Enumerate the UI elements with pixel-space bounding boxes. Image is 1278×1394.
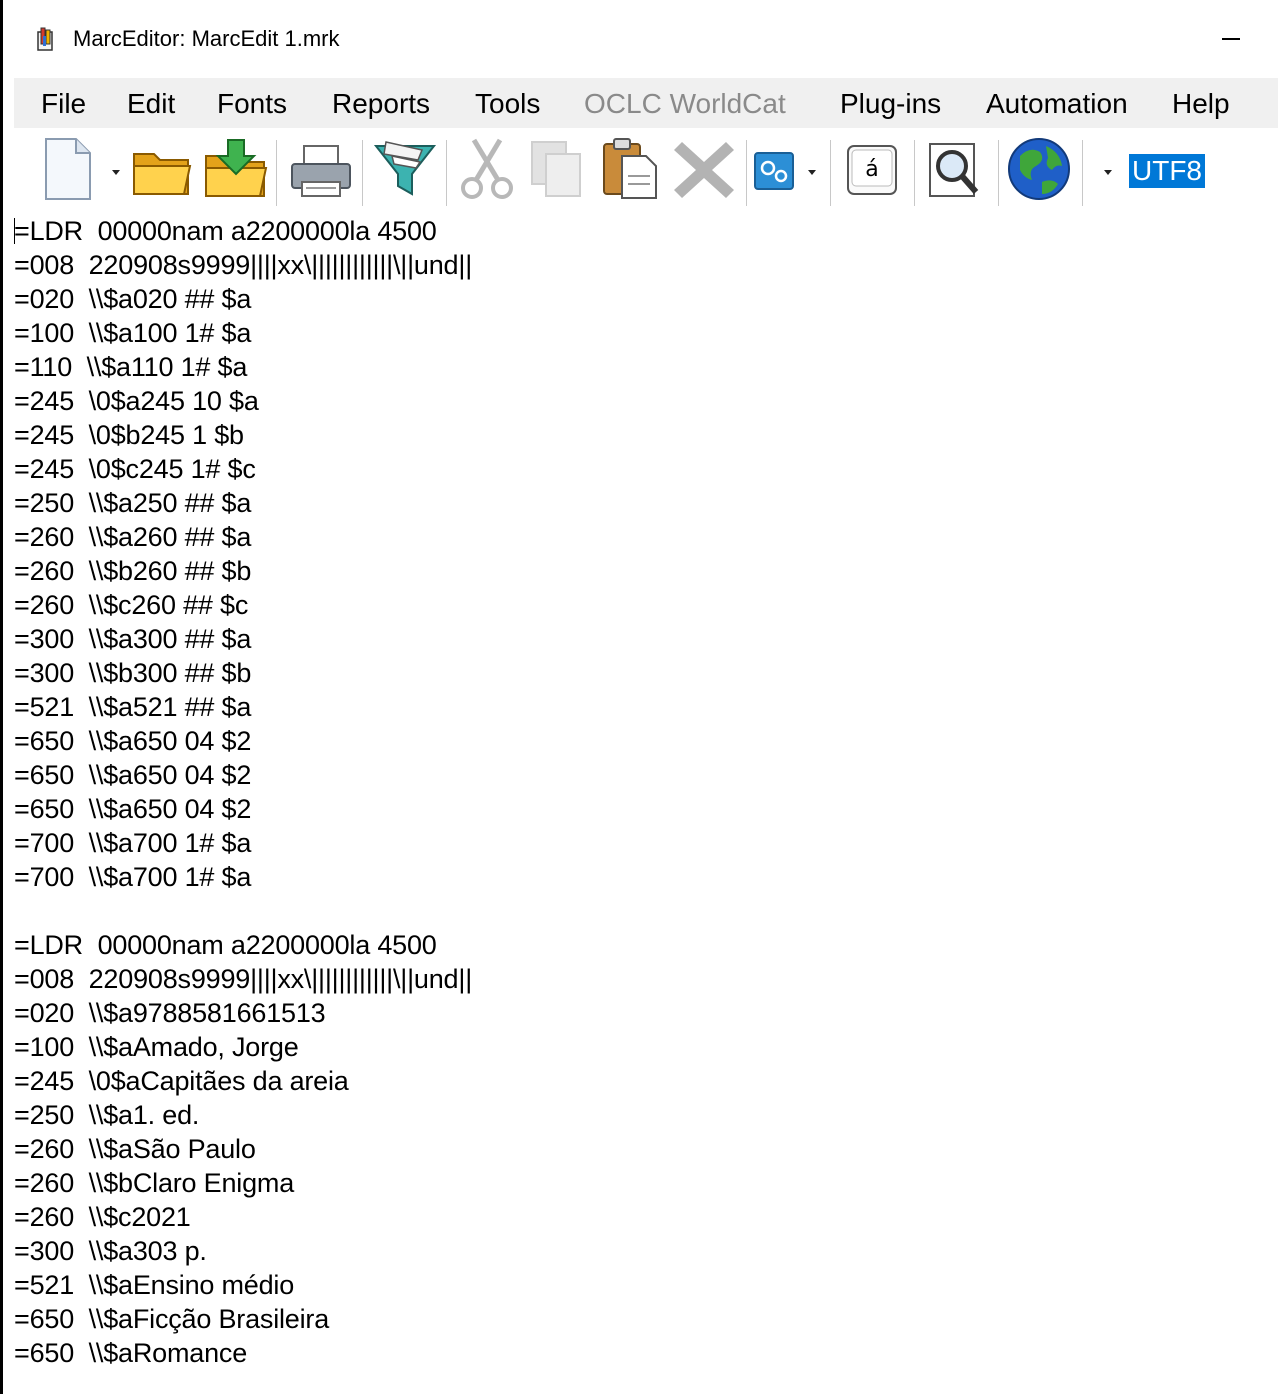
editor-line: =300 \\$b300 ## $b bbox=[14, 658, 252, 688]
globe-icon[interactable] bbox=[1006, 136, 1072, 207]
toolbar-separator bbox=[746, 140, 747, 206]
editor-line: =LDR 00000nam a2200000la 4500 bbox=[14, 216, 437, 246]
toolbar-separator bbox=[362, 140, 363, 206]
menu-help[interactable]: Help bbox=[1172, 84, 1230, 124]
toolbar-separator bbox=[1082, 140, 1083, 206]
toolbar-separator bbox=[914, 140, 915, 206]
open-folder-download-icon[interactable] bbox=[202, 136, 270, 207]
editor-line: =260 \\$c260 ## $c bbox=[14, 590, 249, 620]
editor-line: =300 \\$a300 ## $a bbox=[14, 624, 252, 654]
toolbar-separator bbox=[830, 140, 831, 206]
editor-line: =110 \\$a110 1# $a bbox=[14, 352, 248, 382]
encoding-selector[interactable]: UTF8 bbox=[1129, 154, 1205, 188]
editor-line: =020 \\$a9788581661513 bbox=[14, 998, 326, 1028]
menu-oclc-worldcat[interactable]: OCLC WorldCat bbox=[584, 84, 786, 124]
editor-line: =521 \\$a521 ## $a bbox=[14, 692, 252, 722]
menu-automation[interactable]: Automation bbox=[986, 84, 1128, 124]
editor-line: =650 \\$aRomance bbox=[14, 1338, 248, 1368]
delete-x-icon[interactable] bbox=[672, 136, 736, 207]
menu-fonts[interactable]: Fonts bbox=[217, 84, 287, 124]
editor-line: =245 \0$c245 1# $c bbox=[14, 454, 256, 484]
window-title: MarcEditor: MarcEdit 1.mrk bbox=[73, 26, 340, 51]
editor-line: =008 220908s9999||||xx\||||||||||||\||un… bbox=[14, 250, 473, 280]
editor-line: =LDR 00000nam a2200000la 4500 bbox=[14, 930, 437, 960]
editor-line: =300 \\$a303 p. bbox=[14, 1236, 207, 1266]
editor-line: =260 \\$b260 ## $b bbox=[14, 556, 252, 586]
editor-line: =650 \\$a650 04 $2 bbox=[14, 794, 252, 824]
print-icon[interactable] bbox=[288, 136, 354, 207]
editor-line: =245 \0$b245 1 $b bbox=[14, 420, 244, 450]
editor-line: =245 \0$a245 10 $a bbox=[14, 386, 259, 416]
editor-line: =650 \\$a650 04 $2 bbox=[14, 726, 252, 756]
editor-line: =008 220908s9999||||xx\||||||||||||\||un… bbox=[14, 964, 473, 994]
new-document-icon[interactable] bbox=[40, 136, 94, 207]
encoding-dropdown-chevron-icon[interactable] bbox=[1104, 170, 1112, 175]
menu-tools[interactable]: Tools bbox=[475, 84, 540, 124]
find-magnifier-icon[interactable] bbox=[926, 136, 984, 207]
toolbar: á UTF8 bbox=[14, 130, 1278, 216]
editor-line: =650 \\$a650 04 $2 bbox=[14, 760, 252, 790]
editor-line: =020 \\$a020 ## $a bbox=[14, 284, 252, 314]
title-bar[interactable]: MarcEditor: MarcEdit 1.mrk bbox=[3, 0, 1278, 78]
marcedit-app-icon bbox=[35, 26, 57, 52]
new-dropdown-chevron-icon[interactable] bbox=[112, 170, 120, 175]
copy-icon[interactable] bbox=[528, 136, 588, 207]
editor-line: =260 \\$a260 ## $a bbox=[14, 522, 252, 552]
toolbar-separator bbox=[276, 140, 277, 206]
editor-line: =700 \\$a700 1# $a bbox=[14, 862, 252, 892]
marc-editor-text-area[interactable]: =LDR 00000nam a2200000la 4500 =008 220908… bbox=[14, 214, 1274, 1394]
editor-line: =250 \\$a1. ed. bbox=[14, 1100, 200, 1130]
editor-line: =260 \\$aSão Paulo bbox=[14, 1134, 256, 1164]
editor-line: =260 \\$c2021 bbox=[14, 1202, 191, 1232]
settings-dropdown-chevron-icon[interactable] bbox=[808, 170, 816, 175]
editor-line: =650 \\$aFicção Brasileira bbox=[14, 1304, 330, 1334]
menu-reports[interactable]: Reports bbox=[332, 84, 430, 124]
paste-clipboard-icon[interactable] bbox=[598, 136, 660, 207]
settings-gears-icon[interactable] bbox=[754, 152, 794, 195]
menu-file[interactable]: File bbox=[41, 84, 86, 124]
menu-plug-ins[interactable]: Plug-ins bbox=[840, 84, 941, 124]
window-left-border bbox=[0, 0, 3, 1394]
open-folder-icon[interactable] bbox=[130, 136, 194, 207]
toolbar-separator bbox=[446, 140, 447, 206]
editor-line: =250 \\$a250 ## $a bbox=[14, 488, 252, 518]
special-character-a-acute-icon[interactable]: á bbox=[846, 144, 900, 203]
editor-line: =260 \\$bClaro Enigma bbox=[14, 1168, 295, 1198]
special-character-label: á bbox=[865, 157, 878, 182]
minimize-button[interactable] bbox=[1220, 20, 1244, 50]
editor-line: =100 \\$aAmado, Jorge bbox=[14, 1032, 299, 1062]
filter-funnel-icon[interactable] bbox=[372, 136, 438, 207]
editor-line: =521 \\$aEnsino médio bbox=[14, 1270, 295, 1300]
menu-bar: File Edit Fonts Reports Tools OCLC World… bbox=[14, 78, 1278, 128]
editor-line: =100 \\$a100 1# $a bbox=[14, 318, 252, 348]
editor-line: =245 \0$aCapitães da areia bbox=[14, 1066, 349, 1096]
editor-line: =700 \\$a700 1# $a bbox=[14, 828, 252, 858]
cut-scissors-icon[interactable] bbox=[458, 136, 516, 207]
menu-edit[interactable]: Edit bbox=[127, 84, 175, 124]
toolbar-separator bbox=[998, 140, 999, 206]
